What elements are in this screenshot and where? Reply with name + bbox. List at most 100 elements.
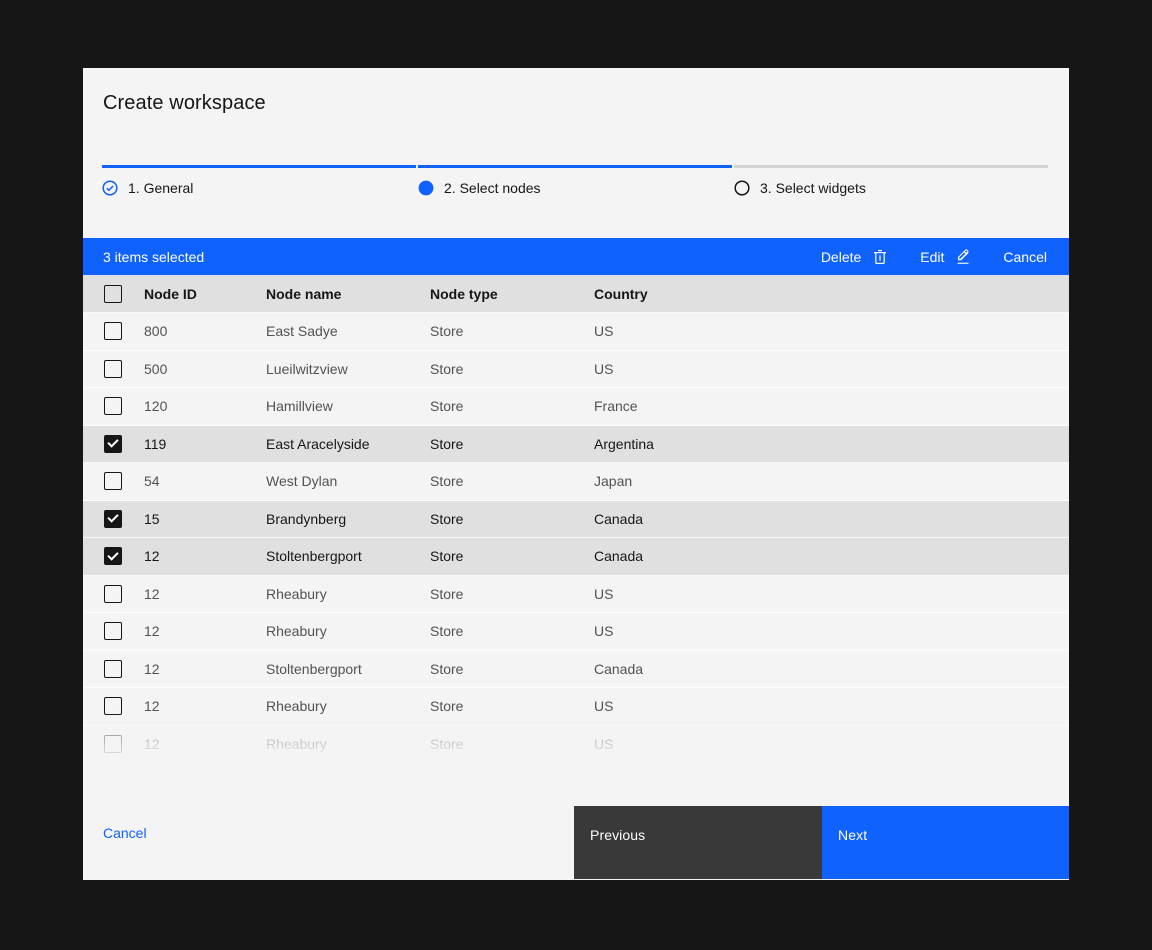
- modal-header: Create workspace 1. General 2. Select nod…: [83, 68, 1069, 238]
- row-checkbox[interactable]: [104, 622, 122, 640]
- selected-count-label: 3 items selected: [103, 249, 204, 265]
- cell-node-type: Store: [430, 398, 594, 414]
- next-button[interactable]: Next: [822, 806, 1069, 879]
- batch-cancel-button[interactable]: Cancel: [987, 238, 1063, 275]
- table-row[interactable]: 12RheaburyStoreUS: [83, 576, 1069, 614]
- row-checkbox-cell: [83, 735, 144, 753]
- step-label: 2. Select nodes: [444, 180, 541, 196]
- progress-step-3[interactable]: 3. Select widgets: [734, 165, 1048, 196]
- complete-step-icon: [102, 180, 118, 196]
- table-row[interactable]: 12StoltenbergportStoreCanada: [83, 538, 1069, 576]
- cell-node-id: 120: [144, 398, 266, 414]
- current-step-icon: [418, 180, 434, 196]
- cell-node-id: 12: [144, 661, 266, 677]
- cell-node-type: Store: [430, 586, 594, 602]
- cell-node-type: Store: [430, 436, 594, 452]
- row-checkbox-cell: [83, 435, 144, 453]
- cell-node-type: Store: [430, 698, 594, 714]
- batch-button-label: Cancel: [1003, 249, 1047, 265]
- row-checkbox-cell: [83, 510, 144, 528]
- cell-node-name: West Dylan: [266, 473, 430, 489]
- cell-country: US: [594, 623, 1069, 639]
- progress-indicator: 1. General 2. Select nodes 3. Select widge…: [102, 165, 1048, 196]
- row-checkbox-checked[interactable]: [104, 510, 122, 528]
- row-checkbox[interactable]: [104, 397, 122, 415]
- previous-button[interactable]: Previous: [574, 806, 822, 879]
- row-checkbox-cell: [83, 660, 144, 678]
- modal-footer: Cancel Previous Next: [83, 763, 1069, 880]
- batch-button-label: Delete: [821, 249, 861, 265]
- row-checkbox[interactable]: [104, 472, 122, 490]
- column-header-node-id: Node ID: [144, 286, 266, 302]
- progress-step-line: [102, 165, 416, 168]
- row-checkbox-cell: [83, 472, 144, 490]
- cell-country: US: [594, 323, 1069, 339]
- row-checkbox-cell: [83, 697, 144, 715]
- column-header-node-name: Node name: [266, 286, 430, 302]
- row-checkbox-checked[interactable]: [104, 547, 122, 565]
- cell-node-id: 12: [144, 623, 266, 639]
- cell-node-name: Stoltenbergport: [266, 661, 430, 677]
- cell-node-name: East Sadye: [266, 323, 430, 339]
- row-checkbox[interactable]: [104, 360, 122, 378]
- cell-country: Argentina: [594, 436, 1069, 452]
- cell-node-name: Stoltenbergport: [266, 548, 430, 564]
- cell-node-id: 500: [144, 361, 266, 377]
- batch-delete-button[interactable]: Delete: [805, 238, 904, 275]
- table-row[interactable]: 500LueilwitzviewStoreUS: [83, 351, 1069, 389]
- progress-step-1[interactable]: 1. General: [102, 165, 416, 196]
- row-checkbox[interactable]: [104, 585, 122, 603]
- table-row[interactable]: 12RheaburyStoreUS: [83, 613, 1069, 651]
- column-header-node-type: Node type: [430, 286, 594, 302]
- row-checkbox-cell: [83, 322, 144, 340]
- progress-step-line: [418, 165, 732, 168]
- table-body: 800East SadyeStoreUS500LueilwitzviewStor…: [83, 313, 1069, 763]
- cell-node-type: Store: [430, 511, 594, 527]
- table-row[interactable]: 15BrandynbergStoreCanada: [83, 501, 1069, 539]
- cell-node-name: Rheabury: [266, 736, 430, 752]
- batch-edit-button[interactable]: Edit: [904, 238, 987, 275]
- cancel-link[interactable]: Cancel: [103, 825, 147, 841]
- table-row[interactable]: 54West DylanStoreJapan: [83, 463, 1069, 501]
- cell-country: Canada: [594, 511, 1069, 527]
- cell-node-type: Store: [430, 623, 594, 639]
- trash-icon: [872, 249, 888, 265]
- cell-node-name: Rheabury: [266, 586, 430, 602]
- cell-node-id: 54: [144, 473, 266, 489]
- cell-country: US: [594, 736, 1069, 752]
- row-checkbox[interactable]: [104, 660, 122, 678]
- cell-country: Japan: [594, 473, 1069, 489]
- cell-node-type: Store: [430, 661, 594, 677]
- progress-step-line: [734, 165, 1048, 168]
- row-checkbox[interactable]: [104, 697, 122, 715]
- table-header-row: Node ID Node name Node type Country: [83, 275, 1069, 313]
- cell-node-name: Lueilwitzview: [266, 361, 430, 377]
- row-checkbox[interactable]: [104, 322, 122, 340]
- table-row[interactable]: 12StoltenbergportStoreCanada: [83, 651, 1069, 689]
- cell-node-type: Store: [430, 361, 594, 377]
- select-all-cell: [83, 285, 144, 303]
- cell-node-id: 12: [144, 698, 266, 714]
- select-all-checkbox[interactable]: [104, 285, 122, 303]
- row-checkbox-checked[interactable]: [104, 435, 122, 453]
- cell-node-id: 12: [144, 736, 266, 752]
- cell-node-name: Rheabury: [266, 623, 430, 639]
- table-row[interactable]: 119East AracelysideStoreArgentina: [83, 426, 1069, 464]
- cell-country: France: [594, 398, 1069, 414]
- edit-icon: [955, 249, 971, 265]
- cell-node-id: 12: [144, 548, 266, 564]
- page-title: Create workspace: [103, 92, 266, 115]
- progress-step-2[interactable]: 2. Select nodes: [418, 165, 732, 196]
- table-row[interactable]: 120HamillviewStoreFrance: [83, 388, 1069, 426]
- cell-country: Canada: [594, 661, 1069, 677]
- table-row[interactable]: 800East SadyeStoreUS: [83, 313, 1069, 351]
- table-row[interactable]: 12RheaburyStoreUS: [83, 688, 1069, 726]
- batch-actions: Delete Edit Cancel: [805, 238, 1069, 275]
- cell-node-name: Brandynberg: [266, 511, 430, 527]
- table-row[interactable]: 12RheaburyStoreUS: [83, 726, 1069, 764]
- create-workspace-modal: Create workspace 1. General 2. Select nod…: [83, 68, 1069, 880]
- cell-node-name: East Aracelyside: [266, 436, 430, 452]
- row-checkbox-cell: [83, 585, 144, 603]
- row-checkbox[interactable]: [104, 735, 122, 753]
- cell-country: US: [594, 698, 1069, 714]
